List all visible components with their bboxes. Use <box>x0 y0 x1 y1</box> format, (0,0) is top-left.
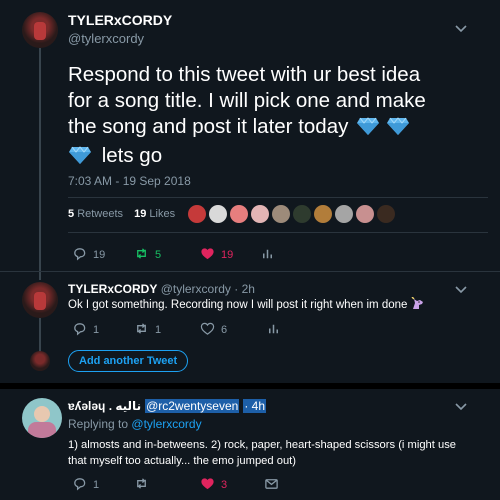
like-count: 6 <box>221 324 228 336</box>
chevron-down-icon[interactable] <box>454 22 468 36</box>
retweet-icon <box>134 476 149 494</box>
avatar[interactable] <box>22 12 58 48</box>
retweet-count: 1 <box>155 324 162 336</box>
likes-count: 19 <box>134 208 147 220</box>
liker-avatar[interactable] <box>293 205 311 223</box>
replying-prefix: Replying to <box>68 417 129 431</box>
heart-filled-icon <box>200 246 215 264</box>
reply-actions: 1 1 6 <box>72 321 281 339</box>
reply-count: 19 <box>93 249 106 261</box>
reply-text: 1) almosts and in-betweens. 2) rock, pap… <box>68 437 488 469</box>
reply-header: ɐʎǝlǝɥ . نالیه @rc2wentyseven · 4h <box>68 399 266 413</box>
display-name[interactable]: ɐʎǝlǝɥ . نالیه <box>68 399 141 413</box>
liker-avatar[interactable] <box>377 205 395 223</box>
reply-actions: 1 3 <box>72 476 279 494</box>
like-count: 19 <box>221 249 234 261</box>
author-handle[interactable]: @rc2wentyseven <box>145 399 240 413</box>
tweet-actions: 19 5 19 <box>72 246 275 264</box>
reply-button[interactable]: 1 <box>72 321 134 339</box>
liker-avatar[interactable] <box>188 205 206 223</box>
chevron-down-icon[interactable] <box>454 283 468 297</box>
section-divider <box>0 383 500 389</box>
liker-avatar[interactable] <box>272 205 290 223</box>
retweets-label: Retweets <box>77 208 124 220</box>
author-handle[interactable]: @tylerxcordy <box>161 282 231 296</box>
avatar[interactable] <box>30 351 50 371</box>
direct-message-button[interactable] <box>264 476 279 494</box>
reply-time[interactable]: · 4h <box>243 399 266 413</box>
retweet-button[interactable] <box>134 476 200 494</box>
like-button[interactable]: 6 <box>200 321 266 339</box>
retweet-button[interactable]: 5 <box>134 246 200 264</box>
engagement-stats: 5 Retweets 19 Likes <box>68 208 175 220</box>
like-button[interactable]: 3 <box>200 476 264 494</box>
analytics-button[interactable] <box>266 321 281 339</box>
avatar[interactable] <box>22 398 62 438</box>
text-span: lets go <box>101 144 163 167</box>
analytics-button[interactable] <box>260 246 275 264</box>
tweet-text-line: lets go <box>68 143 488 172</box>
reply-count: 1 <box>93 324 100 336</box>
retweet-count: 5 <box>155 249 162 261</box>
replying-to-link[interactable]: @tylerxcordy <box>131 417 201 431</box>
reply-text-line: 1) almosts and in-betweens. 2) rock, pap… <box>68 439 457 451</box>
liker-avatar[interactable] <box>314 205 332 223</box>
liker-avatar[interactable] <box>356 205 374 223</box>
display-name[interactable]: TYLERxCORDY <box>68 282 157 296</box>
retweet-icon <box>134 246 149 264</box>
likes-label: Likes <box>149 208 176 220</box>
tweet-text-line: Respond to this tweet with ur best idea <box>68 63 421 86</box>
avatar[interactable] <box>22 282 58 318</box>
reply-icon <box>72 476 87 494</box>
likes-stat[interactable]: 19 Likes <box>134 208 175 220</box>
liker-avatar[interactable] <box>335 205 353 223</box>
liker-avatar[interactable] <box>251 205 269 223</box>
reply-header: TYLERxCORDY @tylerxcordy · 2h <box>68 282 255 296</box>
chevron-down-icon[interactable] <box>454 400 468 414</box>
liker-avatars <box>188 205 395 223</box>
reply-text-span: Ok I got something. Recording now I will… <box>68 299 408 311</box>
like-button[interactable]: 19 <box>200 246 260 264</box>
liker-avatar[interactable] <box>209 205 227 223</box>
diamond-emoji-icon <box>68 145 92 172</box>
replying-to: Replying to @tylerxcordy <box>68 417 202 431</box>
reply-icon <box>72 246 87 264</box>
retweets-count: 5 <box>68 208 75 220</box>
diamond-emoji-icon <box>386 116 410 143</box>
tweet-timestamp[interactable]: 7:03 AM - 19 Sep 2018 <box>68 174 191 188</box>
thread-line <box>39 48 41 280</box>
retweets-stat[interactable]: 5 Retweets <box>68 208 126 220</box>
analytics-icon <box>260 246 275 264</box>
diamond-emoji-icon <box>356 116 380 143</box>
heart-icon <box>200 321 215 339</box>
divider <box>68 232 488 233</box>
add-another-tweet-button[interactable]: Add another Tweet <box>68 350 189 372</box>
analytics-icon <box>266 321 281 339</box>
reply-count: 1 <box>93 479 100 491</box>
display-name: TYLERxCORDY <box>68 12 173 28</box>
reply-text-line: that myself too actually... the emo jump… <box>68 455 297 467</box>
retweet-icon <box>134 321 149 339</box>
unicorn-emoji-icon <box>411 296 425 313</box>
author-handle[interactable]: @tylerxcordy <box>68 31 144 46</box>
reply-text: Ok I got something. Recording now I will… <box>68 296 425 313</box>
tweet-text: Respond to this tweet with ur best idea … <box>68 62 488 172</box>
divider <box>0 271 500 272</box>
reply-button[interactable]: 19 <box>72 246 134 264</box>
liker-avatar[interactable] <box>230 205 248 223</box>
author-name[interactable]: TYLERxCORDY <box>68 12 172 30</box>
reply-button[interactable]: 1 <box>72 476 134 494</box>
divider <box>68 197 488 198</box>
reply-icon <box>72 321 87 339</box>
like-count: 3 <box>221 479 228 491</box>
tweet-text-line: the song and post it later today <box>68 114 488 143</box>
tweet-text-line: for a song title. I will pick one and ma… <box>68 89 426 112</box>
envelope-icon <box>264 476 279 494</box>
heart-filled-icon <box>200 476 215 494</box>
reply-time[interactable]: · 2h <box>234 282 255 296</box>
text-span: the song and post it later today <box>68 115 349 138</box>
retweet-button[interactable]: 1 <box>134 321 200 339</box>
